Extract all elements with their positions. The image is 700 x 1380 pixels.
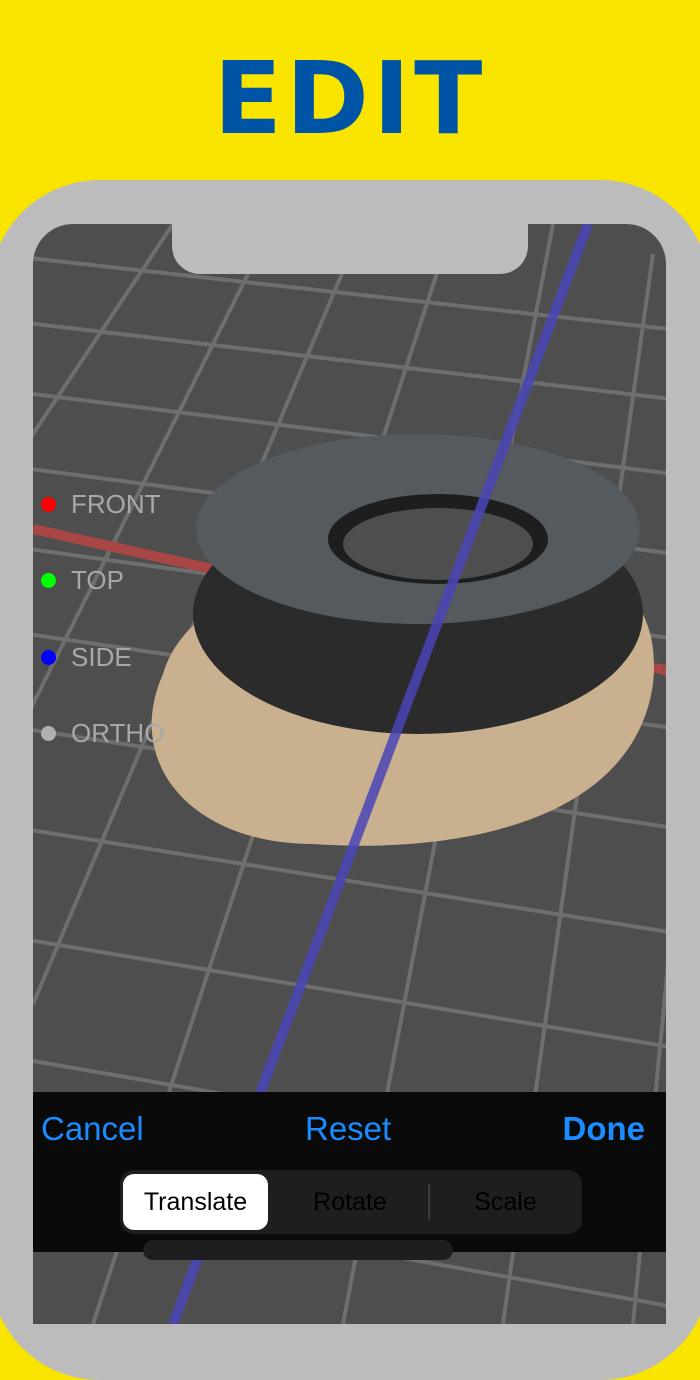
segment-rotate[interactable]: Rotate [275, 1174, 425, 1230]
view-label: ORTHO [71, 718, 165, 748]
banner-title: EDIT [213, 40, 487, 157]
red-dot-icon [41, 497, 56, 512]
secondary-control [143, 1240, 453, 1260]
green-dot-icon [41, 573, 56, 588]
cancel-button[interactable]: Cancel [41, 1110, 144, 1148]
blue-dot-icon [41, 650, 56, 665]
transform-mode-control: Translate Rotate Scale [120, 1170, 582, 1234]
grey-dot-icon [41, 726, 56, 741]
segment-translate[interactable]: Translate [123, 1174, 268, 1230]
view-front-button[interactable]: FRONT [41, 489, 161, 520]
reset-button[interactable]: Reset [305, 1110, 391, 1148]
segment-divider [428, 1184, 430, 1220]
edit-toolbar: Cancel Reset Done Translate Rotate Scale [33, 1092, 666, 1260]
view-label: SIDE [71, 642, 132, 672]
view-label: TOP [71, 565, 124, 595]
view-ortho-button[interactable]: ORTHO [41, 718, 164, 749]
phone-notch [172, 210, 528, 274]
view-side-button[interactable]: SIDE [41, 642, 132, 673]
segment-scale[interactable]: Scale [432, 1174, 579, 1230]
view-top-button[interactable]: TOP [41, 565, 124, 596]
done-button[interactable]: Done [563, 1110, 646, 1148]
view-label: FRONT [71, 489, 161, 519]
